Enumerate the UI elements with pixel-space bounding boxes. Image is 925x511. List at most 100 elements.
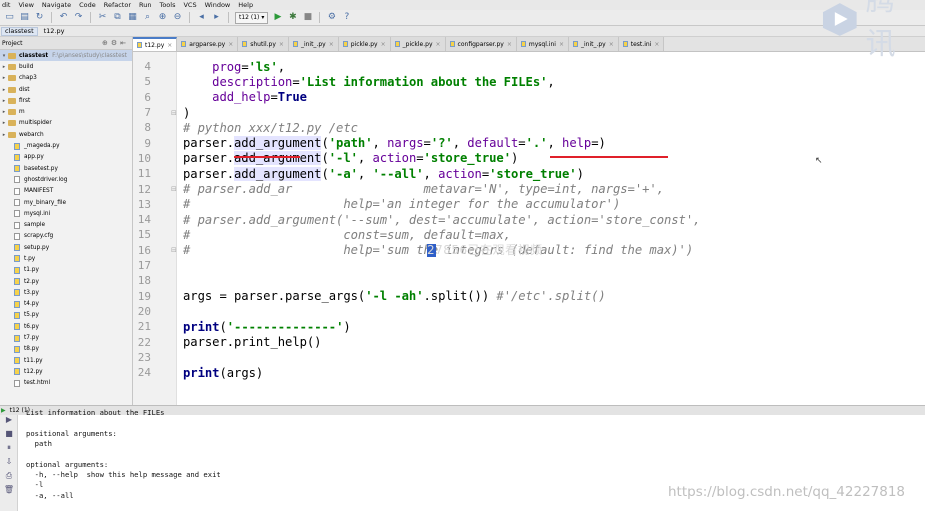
code-line[interactable]: 21 print('--------------') — [133, 319, 925, 334]
rerun-icon[interactable]: ▶ — [0, 415, 18, 429]
menu-item-refactor[interactable]: Refactor — [104, 1, 131, 9]
close-icon[interactable]: × — [167, 42, 172, 49]
debug-icon[interactable]: ✱ — [287, 12, 298, 23]
copy-icon[interactable]: ⧉ — [112, 12, 123, 23]
run-console[interactable]: List information about the FILEs position… — [26, 408, 726, 511]
tree-item[interactable]: t11.py — [0, 355, 132, 366]
zoom-out-icon[interactable]: ⊖ — [172, 12, 183, 23]
run-icon[interactable]: ▶ — [272, 12, 283, 23]
tree-item[interactable]: ▸ first — [0, 95, 132, 106]
stop-icon[interactable]: ■ — [0, 429, 18, 443]
tab-configparser-py[interactable]: configparser.py × — [445, 37, 517, 51]
fold-icon[interactable]: ⊟ — [171, 185, 177, 193]
tree-item[interactable]: t2.py — [0, 276, 132, 287]
close-icon[interactable]: × — [381, 41, 386, 48]
tree-item[interactable]: ▸ m — [0, 106, 132, 117]
chevron-down-icon[interactable]: ▾ — [0, 53, 8, 59]
menu-item-vcs[interactable]: VCS — [183, 1, 196, 9]
menu-item-view[interactable]: View — [18, 1, 33, 9]
back-icon[interactable]: ↶ — [58, 12, 69, 23]
code-line[interactable]: 17 — [133, 258, 925, 273]
chevron-right-icon[interactable]: ▸ — [0, 98, 8, 104]
menu-item-dit[interactable]: dit — [2, 1, 10, 9]
tab--init-py[interactable]: _init_.py × — [568, 37, 619, 51]
code-line[interactable]: 22 parser.print_help() — [133, 334, 925, 349]
tree-item[interactable]: test.html — [0, 378, 132, 389]
tree-item[interactable]: ▸ webarch — [0, 129, 132, 140]
tree-item[interactable]: t.py — [0, 253, 132, 264]
menu-item-tools[interactable]: Tools — [159, 1, 175, 9]
close-icon[interactable]: × — [436, 41, 441, 48]
chevron-right-icon[interactable]: ▸ — [0, 87, 8, 93]
trash-icon[interactable]: 🗑 — [0, 485, 18, 499]
folder-icon[interactable]: ▭ — [4, 12, 15, 23]
code-line[interactable]: 4 prog='ls', — [133, 59, 925, 74]
code-line[interactable]: 11 parser.add_argument('-a', '--all', act… — [133, 166, 925, 181]
sync-icon[interactable]: ↻ — [34, 12, 45, 23]
tree-item[interactable]: my_binary_file — [0, 197, 132, 208]
tab--init-py[interactable]: _init_.py × — [288, 37, 339, 51]
tree-item[interactable]: ▸ dist — [0, 84, 132, 95]
menu-item-run[interactable]: Run — [139, 1, 151, 9]
chevron-right-icon[interactable]: ▸ — [0, 64, 8, 70]
tree-item[interactable]: t3.py — [0, 287, 132, 298]
close-icon[interactable]: × — [609, 41, 614, 48]
menu-item-navigate[interactable]: Navigate — [42, 1, 71, 9]
code-line[interactable]: 14 # parser.add_argument('--sum', dest='a… — [133, 212, 925, 227]
tree-item[interactable]: sample — [0, 219, 132, 230]
cut-icon[interactable]: ✂ — [97, 12, 108, 23]
code-line[interactable]: 6 add_help=True — [133, 90, 925, 105]
code-editor[interactable]: 4 prog='ls', 5 description='List informat… — [133, 52, 925, 405]
tab-mysql-ini[interactable]: mysql.ini × — [516, 37, 569, 51]
code-line[interactable]: 13 # help='an integer for the accumulator… — [133, 197, 925, 212]
tree-item[interactable]: t6.py — [0, 321, 132, 332]
tab--pickle-py[interactable]: _pickle.py × — [390, 37, 446, 51]
tab-argparse-py[interactable]: argparse.py × — [177, 37, 239, 51]
code-line[interactable]: 19 args = parser.parse_args('-l -ah'.spli… — [133, 289, 925, 304]
tree-item[interactable]: t12.py — [0, 366, 132, 377]
tab-test-ini[interactable]: test.ini × — [618, 37, 665, 51]
code-line[interactable]: 12 # parser.add_ar metavar='N', type=int,… — [133, 181, 925, 196]
tab-pickle-py[interactable]: pickle.py × — [338, 37, 391, 51]
chevron-right-icon[interactable]: ▸ — [0, 109, 8, 115]
chevron-right-icon[interactable]: ▸ — [0, 75, 8, 81]
code-line[interactable]: 7) ⊟ — [133, 105, 925, 120]
code-line[interactable]: 9 parser.add_argument('path', nargs='?', … — [133, 136, 925, 151]
tree-item[interactable]: scrapy.cfg — [0, 231, 132, 242]
menu-item-window[interactable]: Window — [205, 1, 231, 9]
print-icon[interactable]: ⎙ — [0, 471, 18, 485]
tree-item[interactable]: setup.py — [0, 242, 132, 253]
tree-item[interactable]: t4.py — [0, 299, 132, 310]
pause-icon[interactable]: ⏸ — [0, 443, 18, 457]
save-icon[interactable]: ▤ — [19, 12, 30, 23]
close-icon[interactable]: × — [654, 41, 659, 48]
close-icon[interactable]: × — [228, 41, 233, 48]
tree-item[interactable]: t1.py — [0, 265, 132, 276]
tree-item[interactable]: mysql.ini — [0, 208, 132, 219]
chevron-right-icon[interactable]: ▸ — [0, 132, 8, 138]
tree-item[interactable]: ▸ chap3 — [0, 73, 132, 84]
forward-icon[interactable]: ↷ — [73, 12, 84, 23]
code-line[interactable]: 8 # python xxx/t12.py /etc — [133, 120, 925, 135]
menu-item-code[interactable]: Code — [79, 1, 96, 9]
code-line[interactable]: 5 description='List information about th… — [133, 74, 925, 89]
scroll-icon[interactable]: ⇩ — [0, 457, 18, 471]
tree-item[interactable]: ▸ multispider — [0, 118, 132, 129]
code-line[interactable]: 18 — [133, 273, 925, 288]
tree-item[interactable]: t8.py — [0, 344, 132, 355]
tree-item[interactable]: _mageda.py — [0, 140, 132, 151]
search-icon[interactable]: ⌕ — [142, 12, 153, 23]
chevron-right-icon[interactable]: ▸ — [0, 120, 8, 126]
tab-t12-py[interactable]: t12.py × — [133, 37, 178, 51]
tree-item[interactable]: t7.py — [0, 332, 132, 343]
tree-item[interactable]: app.py — [0, 152, 132, 163]
run-config-select[interactable]: t12 (1) ▾ — [235, 11, 269, 24]
tree-item[interactable]: ghostdriver.log — [0, 174, 132, 185]
panel-settings-icon[interactable]: ⊕⚙⇤ — [102, 39, 129, 47]
tab-shutil-py[interactable]: shutil.py × — [238, 37, 289, 51]
tree-item[interactable]: ▸ build — [0, 61, 132, 72]
breadcrumb-file[interactable]: t12.py — [44, 27, 65, 35]
tree-item[interactable]: t5.py — [0, 310, 132, 321]
fold-icon[interactable]: ⊟ — [171, 109, 177, 117]
menu-item-help[interactable]: Help — [238, 1, 253, 9]
